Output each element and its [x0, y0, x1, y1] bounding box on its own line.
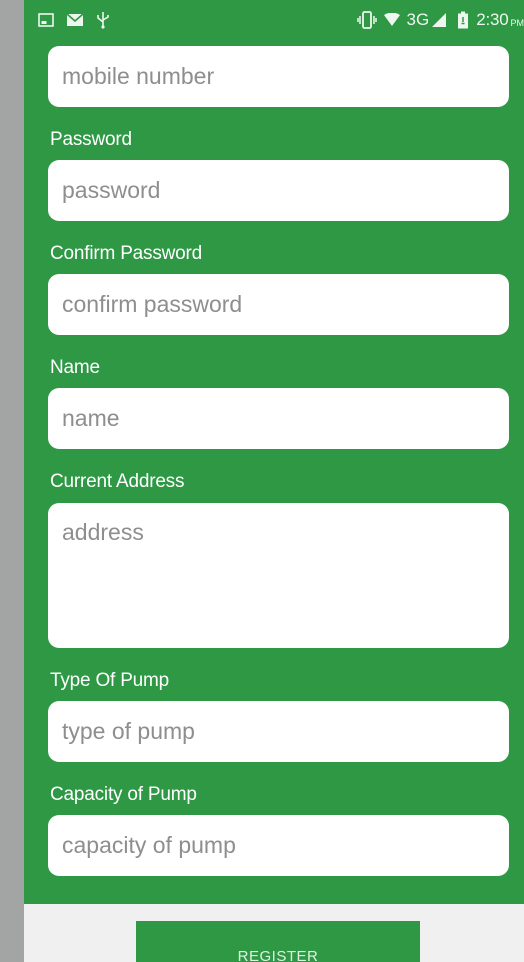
- confirm-password-field[interactable]: [48, 274, 509, 335]
- pump-type-label: Type Of Pump: [50, 670, 170, 691]
- mobile-number-input[interactable]: [62, 63, 495, 90]
- mobile-number-field[interactable]: [48, 46, 509, 107]
- system-icons: 3G 2:30 PM: [356, 9, 524, 31]
- image-icon: [38, 13, 54, 27]
- address-textarea[interactable]: [62, 519, 495, 627]
- password-input[interactable]: [62, 177, 495, 204]
- clock-ampm: PM: [510, 18, 524, 28]
- battery-icon: [457, 11, 469, 29]
- footer-bar: REGISTER: [24, 904, 524, 962]
- address-field[interactable]: [48, 503, 509, 648]
- pump-capacity-field[interactable]: [48, 815, 509, 876]
- password-field[interactable]: [48, 160, 509, 221]
- current-address-label: Current Address: [50, 471, 185, 492]
- name-label: Name: [50, 357, 100, 378]
- confirm-password-input[interactable]: [62, 291, 495, 318]
- notification-icons: [38, 10, 110, 30]
- network-type: 3G: [406, 10, 430, 29]
- signal-icon: [431, 12, 447, 28]
- name-input[interactable]: [62, 405, 495, 432]
- pump-capacity-label: Capacity of Pump: [50, 784, 197, 805]
- pump-type-input[interactable]: [62, 718, 495, 745]
- status-bar: 3G 2:30 PM: [24, 0, 524, 40]
- name-field[interactable]: [48, 388, 509, 449]
- wifi-icon: [383, 13, 400, 27]
- mail-icon: [66, 13, 84, 27]
- register-button[interactable]: REGISTER: [136, 921, 420, 962]
- password-label: Password: [50, 129, 132, 150]
- app-screen: 3G 2:30 PM Password Confirm Password: [24, 0, 524, 962]
- clock-time: 2:30: [476, 10, 509, 29]
- usb-icon: [96, 11, 110, 29]
- pump-capacity-input[interactable]: [62, 832, 495, 859]
- vibrate-icon: [356, 11, 377, 29]
- pump-type-field[interactable]: [48, 701, 509, 762]
- confirm-password-label: Confirm Password: [50, 243, 203, 264]
